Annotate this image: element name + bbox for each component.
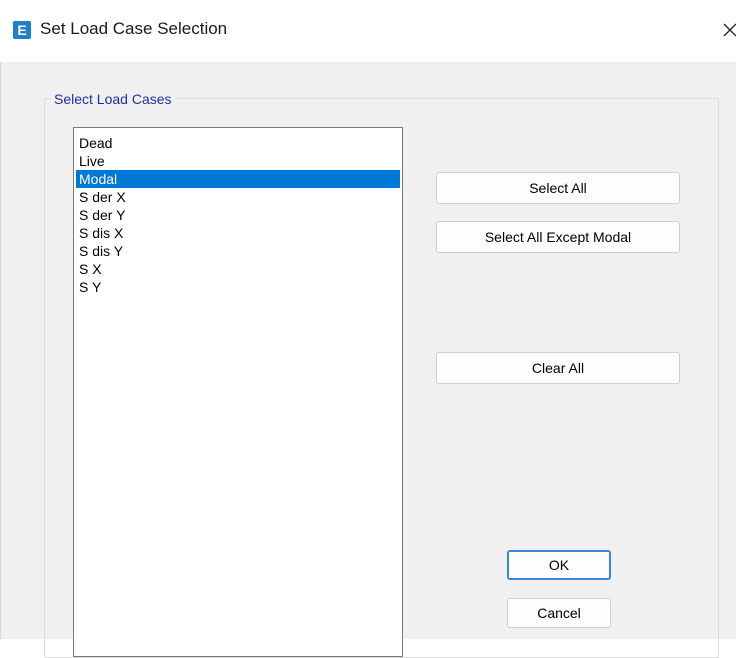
window-title: Set Load Case Selection [40,19,228,38]
list-item-live[interactable]: Live [76,152,400,170]
list-item-s-x[interactable]: S X [76,260,400,278]
list-item-modal[interactable]: Modal [76,170,400,188]
list-item-s-der-x[interactable]: S der X [76,188,400,206]
list-item-s-dis-y[interactable]: S dis Y [76,242,400,260]
title-bar: E Set Load Case Selection [0,0,736,62]
load-case-listbox[interactable]: Dead Live Modal S der X S der Y S dis X … [73,127,403,657]
cancel-button[interactable]: Cancel [507,598,611,628]
clear-all-button[interactable]: Clear All [436,352,680,384]
ok-button[interactable]: OK [507,550,611,580]
list-item-s-y[interactable]: S Y [76,278,400,296]
groupbox-label: Select Load Cases [50,90,176,108]
list-item-s-dis-x[interactable]: S dis X [76,224,400,242]
app-icon: E [13,21,31,39]
select-all-button[interactable]: Select All [436,172,680,204]
close-icon[interactable] [721,20,736,40]
list-item-dead[interactable]: Dead [76,134,400,152]
select-all-except-modal-button[interactable]: Select All Except Modal [436,221,680,253]
list-item-s-der-y[interactable]: S der Y [76,206,400,224]
